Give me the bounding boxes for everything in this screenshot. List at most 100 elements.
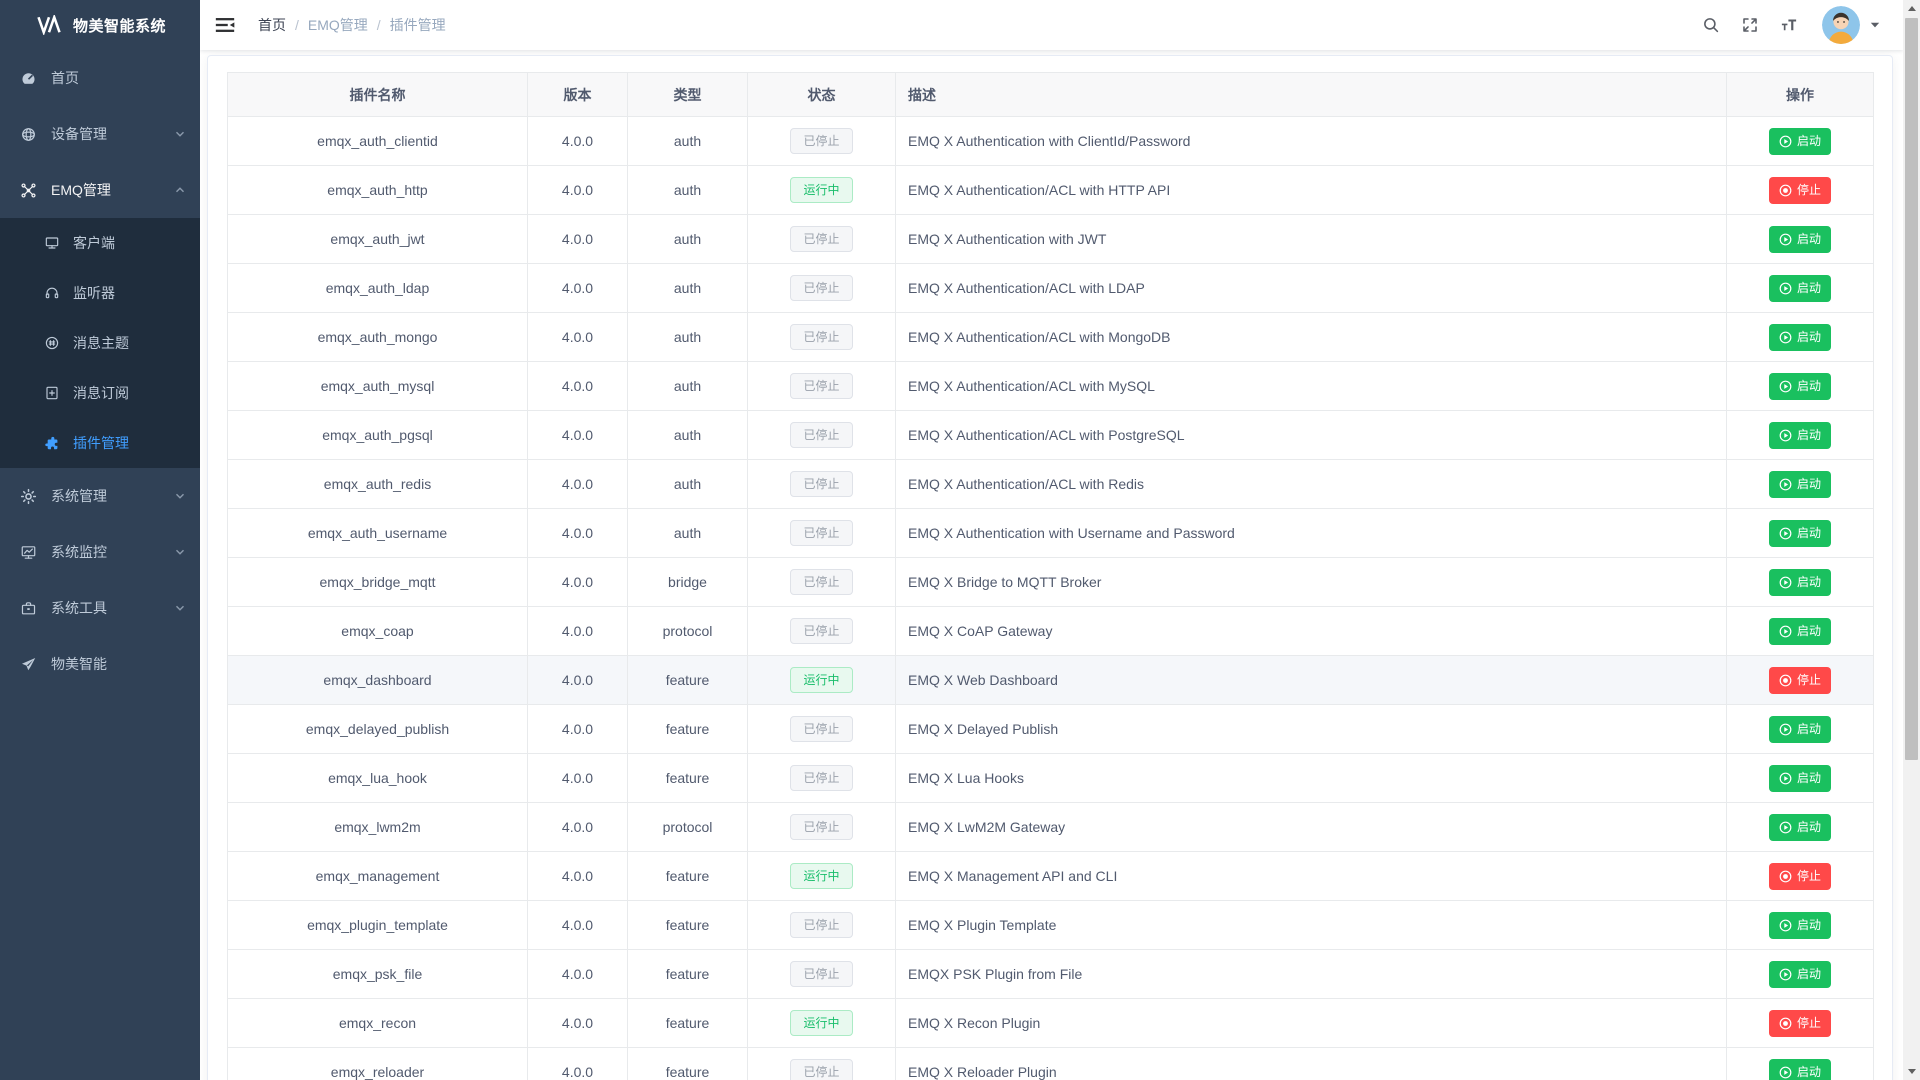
cell-description: EMQ X Authentication/ACL with LDAP (896, 264, 1727, 313)
play-circle-icon (1779, 772, 1792, 785)
cell-name: emqx_recon (228, 999, 528, 1048)
sidebar-item-label: 客户端 (73, 233, 115, 253)
sidebar-collapse-toggle[interactable] (214, 14, 236, 36)
action-button-label: 启动 (1797, 135, 1821, 147)
start-button[interactable]: 启动 (1769, 765, 1831, 792)
sidebar-item-label: 监听器 (73, 283, 115, 303)
sidebar-item-topic[interactable]: 消息主题 (0, 318, 200, 368)
status-badge: 运行中 (790, 177, 852, 203)
cell-action: 启动 (1727, 754, 1874, 803)
status-badge: 已停止 (790, 226, 852, 252)
play-circle-icon (1779, 429, 1792, 442)
cell-version: 4.0.0 (528, 117, 628, 166)
cell-description: EMQ X Management API and CLI (896, 852, 1727, 901)
cell-type: auth (628, 166, 748, 215)
sidebar-item-listener[interactable]: 监听器 (0, 268, 200, 318)
cell-version: 4.0.0 (528, 852, 628, 901)
cell-version: 4.0.0 (528, 1048, 628, 1080)
cell-type: feature (628, 754, 748, 803)
table-row: emqx_auth_http4.0.0auth运行中EMQ X Authenti… (228, 166, 1874, 215)
cell-status: 已停止 (748, 705, 896, 754)
stop-button[interactable]: 停止 (1769, 863, 1831, 890)
status-badge: 已停止 (790, 128, 852, 154)
user-avatar[interactable] (1822, 6, 1860, 44)
start-button[interactable]: 启动 (1769, 912, 1831, 939)
cell-action: 启动 (1727, 607, 1874, 656)
sidebar-item-device[interactable]: 设备管理 (0, 106, 200, 162)
stop-button[interactable]: 停止 (1769, 667, 1831, 694)
sidebar-item-home[interactable]: 首页 (0, 50, 200, 106)
start-button[interactable]: 启动 (1769, 814, 1831, 841)
action-button-label: 启动 (1797, 821, 1821, 833)
cell-version: 4.0.0 (528, 754, 628, 803)
action-button-label: 启动 (1797, 772, 1821, 784)
stop-button[interactable]: 停止 (1769, 177, 1831, 204)
cell-status: 已停止 (748, 901, 896, 950)
cell-version: 4.0.0 (528, 803, 628, 852)
scroll-down-button[interactable] (1903, 1063, 1920, 1080)
cell-type: feature (628, 705, 748, 754)
start-button[interactable]: 启动 (1769, 520, 1831, 547)
table-row: emqx_auth_ldap4.0.0auth已停止EMQ X Authenti… (228, 264, 1874, 313)
caret-down-icon[interactable] (1869, 19, 1881, 31)
search-icon[interactable] (1702, 16, 1720, 34)
font-size-icon[interactable] (1780, 16, 1798, 34)
stop-button[interactable]: 停止 (1769, 1010, 1831, 1037)
column-header-name: 插件名称 (228, 73, 528, 117)
cell-action: 启动 (1727, 313, 1874, 362)
sidebar-item-label: 首页 (51, 68, 79, 88)
start-button[interactable]: 启动 (1769, 716, 1831, 743)
topic-hash-icon (44, 335, 60, 351)
breadcrumb-item[interactable]: 首页 (258, 15, 286, 35)
table-body: emqx_auth_clientid4.0.0auth已停止EMQ X Auth… (228, 117, 1874, 1080)
cell-type: auth (628, 215, 748, 264)
vertical-scrollbar[interactable] (1903, 0, 1920, 1080)
navbar-actions (1681, 6, 1881, 44)
scrollbar-thumb[interactable] (1905, 18, 1918, 760)
sidebar-item-label: 消息订阅 (73, 383, 129, 403)
cell-status: 已停止 (748, 607, 896, 656)
cell-status: 已停止 (748, 264, 896, 313)
fullscreen-icon[interactable] (1741, 16, 1759, 34)
cell-status: 已停止 (748, 950, 896, 999)
cell-version: 4.0.0 (528, 411, 628, 460)
start-button[interactable]: 启动 (1769, 275, 1831, 302)
sidebar-item-tools[interactable]: 系统工具 (0, 580, 200, 636)
table-row: emqx_dashboard4.0.0feature运行中EMQ X Web D… (228, 656, 1874, 705)
cell-name: emqx_coap (228, 607, 528, 656)
action-button-label: 启动 (1797, 1066, 1821, 1078)
table-head: 插件名称版本类型状态描述操作 (228, 73, 1874, 117)
sidebar-item-label: 系统管理 (51, 486, 107, 506)
sidebar-item-emq[interactable]: EMQ管理 (0, 162, 200, 218)
start-button[interactable]: 启动 (1769, 324, 1831, 351)
start-button[interactable]: 启动 (1769, 128, 1831, 155)
cell-action: 停止 (1727, 656, 1874, 705)
cell-status: 已停止 (748, 558, 896, 607)
start-button[interactable]: 启动 (1769, 471, 1831, 498)
sidebar-item-monitor[interactable]: 系统监控 (0, 524, 200, 580)
breadcrumb-item[interactable]: EMQ管理 (308, 15, 368, 35)
action-button-label: 启动 (1797, 429, 1821, 441)
stop-circle-icon (1779, 184, 1792, 197)
start-button[interactable]: 启动 (1769, 618, 1831, 645)
plugins-card: 插件名称版本类型状态描述操作 emqx_auth_clientid4.0.0au… (207, 55, 1893, 1080)
sidebar-item-subscribe[interactable]: 消息订阅 (0, 368, 200, 418)
start-button[interactable]: 启动 (1769, 422, 1831, 449)
sidebar-item-client[interactable]: 客户端 (0, 218, 200, 268)
start-button[interactable]: 启动 (1769, 1059, 1831, 1080)
start-button[interactable]: 启动 (1769, 961, 1831, 988)
sidebar-item-wumei[interactable]: 物美智能 (0, 636, 200, 692)
submenu-emq: 客户端监听器消息主题消息订阅插件管理 (0, 218, 200, 468)
cell-status: 运行中 (748, 999, 896, 1048)
start-button[interactable]: 启动 (1769, 373, 1831, 400)
drone-icon (20, 182, 37, 199)
table-row: emqx_lwm2m4.0.0protocol已停止EMQ X LwM2M Ga… (228, 803, 1874, 852)
sidebar-item-plugin[interactable]: 插件管理 (0, 418, 200, 468)
sidebar-item-system[interactable]: 系统管理 (0, 468, 200, 524)
start-button[interactable]: 启动 (1769, 569, 1831, 596)
start-button[interactable]: 启动 (1769, 226, 1831, 253)
scroll-up-button[interactable] (1903, 0, 1920, 17)
cell-version: 4.0.0 (528, 215, 628, 264)
status-badge: 已停止 (790, 716, 852, 742)
cell-action: 启动 (1727, 117, 1874, 166)
